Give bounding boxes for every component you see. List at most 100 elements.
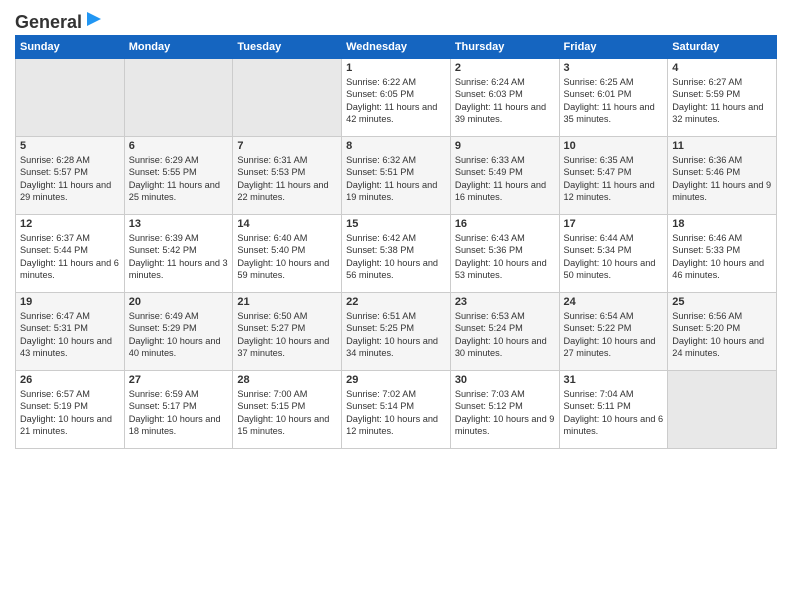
cell-info: Sunrise: 6:25 AMSunset: 6:01 PMDaylight:… — [564, 76, 664, 126]
cell-info: Sunrise: 6:49 AMSunset: 5:29 PMDaylight:… — [129, 310, 229, 360]
calendar-cell: 7 Sunrise: 6:31 AMSunset: 5:53 PMDaylight… — [233, 137, 342, 215]
cell-info: Sunrise: 7:04 AMSunset: 5:11 PMDaylight:… — [564, 388, 664, 438]
logo: General — [15, 10, 103, 29]
cell-info: Sunrise: 6:44 AMSunset: 5:34 PMDaylight:… — [564, 232, 664, 282]
cell-info: Sunrise: 6:37 AMSunset: 5:44 PMDaylight:… — [20, 232, 120, 282]
cell-info: Sunrise: 6:35 AMSunset: 5:47 PMDaylight:… — [564, 154, 664, 204]
day-number: 28 — [237, 374, 337, 386]
calendar-cell: 1 Sunrise: 6:22 AMSunset: 6:05 PMDaylight… — [342, 59, 451, 137]
cell-info: Sunrise: 6:53 AMSunset: 5:24 PMDaylight:… — [455, 310, 555, 360]
header-row: SundayMondayTuesdayWednesdayThursdayFrid… — [16, 36, 777, 59]
calendar-cell: 20 Sunrise: 6:49 AMSunset: 5:29 PMDayligh… — [124, 293, 233, 371]
week-row-5: 26 Sunrise: 6:57 AMSunset: 5:19 PMDayligh… — [16, 371, 777, 449]
day-number: 19 — [20, 296, 120, 308]
day-number: 20 — [129, 296, 229, 308]
cell-info: Sunrise: 6:59 AMSunset: 5:17 PMDaylight:… — [129, 388, 229, 438]
calendar-cell: 12Sunrise: 6:37 AMSunset: 5:44 PMDayligh… — [16, 215, 125, 293]
page-container: General SundayMondayTuesdayWednesdayThur… — [0, 0, 792, 459]
week-row-2: 5Sunrise: 6:28 AMSunset: 5:57 PMDaylight… — [16, 137, 777, 215]
col-header-monday: Monday — [124, 36, 233, 59]
day-number: 25 — [672, 296, 772, 308]
col-header-thursday: Thursday — [450, 36, 559, 59]
cell-info: Sunrise: 6:36 AMSunset: 5:46 PMDaylight:… — [672, 154, 772, 204]
day-number: 5 — [20, 140, 120, 152]
cell-info: Sunrise: 6:56 AMSunset: 5:20 PMDaylight:… — [672, 310, 772, 360]
cell-info: Sunrise: 6:50 AMSunset: 5:27 PMDaylight:… — [237, 310, 337, 360]
calendar-cell: 21 Sunrise: 6:50 AMSunset: 5:27 PMDayligh… — [233, 293, 342, 371]
calendar-cell: 13 Sunrise: 6:39 AMSunset: 5:42 PMDayligh… — [124, 215, 233, 293]
calendar-cell — [233, 59, 342, 137]
calendar-cell: 29 Sunrise: 7:02 AMSunset: 5:14 PMDayligh… — [342, 371, 451, 449]
calendar-cell: 18Sunrise: 6:46 AMSunset: 5:33 PMDayligh… — [668, 215, 777, 293]
calendar-cell: 25 Sunrise: 6:56 AMSunset: 5:20 PMDayligh… — [668, 293, 777, 371]
calendar-cell: 28 Sunrise: 7:00 AMSunset: 5:15 PMDayligh… — [233, 371, 342, 449]
calendar-cell: 6 Sunrise: 6:29 AMSunset: 5:55 PMDaylight… — [124, 137, 233, 215]
logo-general: General — [15, 13, 82, 31]
calendar-cell: 15 Sunrise: 6:42 AMSunset: 5:38 PMDayligh… — [342, 215, 451, 293]
day-number: 3 — [564, 62, 664, 74]
cell-info: Sunrise: 6:57 AMSunset: 5:19 PMDaylight:… — [20, 388, 120, 438]
cell-info: Sunrise: 6:29 AMSunset: 5:55 PMDaylight:… — [129, 154, 229, 204]
col-header-wednesday: Wednesday — [342, 36, 451, 59]
calendar-cell: 16Sunrise: 6:43 AMSunset: 5:36 PMDayligh… — [450, 215, 559, 293]
cell-info: Sunrise: 7:00 AMSunset: 5:15 PMDaylight:… — [237, 388, 337, 438]
cell-info: Sunrise: 6:47 AMSunset: 5:31 PMDaylight:… — [20, 310, 120, 360]
calendar-cell — [16, 59, 125, 137]
col-header-saturday: Saturday — [668, 36, 777, 59]
calendar-cell: 22 Sunrise: 6:51 AMSunset: 5:25 PMDayligh… — [342, 293, 451, 371]
cell-info: Sunrise: 6:54 AMSunset: 5:22 PMDaylight:… — [564, 310, 664, 360]
calendar-cell: 8 Sunrise: 6:32 AMSunset: 5:51 PMDaylight… — [342, 137, 451, 215]
day-number: 27 — [129, 374, 229, 386]
week-row-1: 1 Sunrise: 6:22 AMSunset: 6:05 PMDaylight… — [16, 59, 777, 137]
day-number: 11 — [672, 140, 772, 152]
day-number: 26 — [20, 374, 120, 386]
day-number: 29 — [346, 374, 446, 386]
week-row-4: 19 Sunrise: 6:47 AMSunset: 5:31 PMDayligh… — [16, 293, 777, 371]
calendar-cell — [124, 59, 233, 137]
day-number: 6 — [129, 140, 229, 152]
day-number: 30 — [455, 374, 555, 386]
col-header-tuesday: Tuesday — [233, 36, 342, 59]
day-number: 8 — [346, 140, 446, 152]
cell-info: Sunrise: 6:31 AMSunset: 5:53 PMDaylight:… — [237, 154, 337, 204]
col-header-sunday: Sunday — [16, 36, 125, 59]
calendar-table: SundayMondayTuesdayWednesdayThursdayFrid… — [15, 35, 777, 449]
calendar-cell: 24 Sunrise: 6:54 AMSunset: 5:22 PMDayligh… — [559, 293, 668, 371]
cell-info: Sunrise: 6:39 AMSunset: 5:42 PMDaylight:… — [129, 232, 229, 282]
calendar-cell: 23Sunrise: 6:53 AMSunset: 5:24 PMDayligh… — [450, 293, 559, 371]
calendar-cell: 31 Sunrise: 7:04 AMSunset: 5:11 PMDayligh… — [559, 371, 668, 449]
day-number: 7 — [237, 140, 337, 152]
cell-info: Sunrise: 7:02 AMSunset: 5:14 PMDaylight:… — [346, 388, 446, 438]
logo-arrow-icon — [85, 10, 103, 28]
calendar-cell — [668, 371, 777, 449]
day-number: 15 — [346, 218, 446, 230]
calendar-cell: 11 Sunrise: 6:36 AMSunset: 5:46 PMDayligh… — [668, 137, 777, 215]
day-number: 22 — [346, 296, 446, 308]
cell-info: Sunrise: 6:42 AMSunset: 5:38 PMDaylight:… — [346, 232, 446, 282]
day-number: 2 — [455, 62, 555, 74]
col-header-friday: Friday — [559, 36, 668, 59]
cell-info: Sunrise: 6:33 AMSunset: 5:49 PMDaylight:… — [455, 154, 555, 204]
calendar-cell: 3 Sunrise: 6:25 AMSunset: 6:01 PMDaylight… — [559, 59, 668, 137]
day-number: 9 — [455, 140, 555, 152]
cell-info: Sunrise: 6:22 AMSunset: 6:05 PMDaylight:… — [346, 76, 446, 126]
day-number: 13 — [129, 218, 229, 230]
cell-info: Sunrise: 6:51 AMSunset: 5:25 PMDaylight:… — [346, 310, 446, 360]
cell-info: Sunrise: 6:40 AMSunset: 5:40 PMDaylight:… — [237, 232, 337, 282]
calendar-cell: 19 Sunrise: 6:47 AMSunset: 5:31 PMDayligh… — [16, 293, 125, 371]
cell-info: Sunrise: 6:27 AMSunset: 5:59 PMDaylight:… — [672, 76, 772, 126]
day-number: 24 — [564, 296, 664, 308]
calendar-cell: 17 Sunrise: 6:44 AMSunset: 5:34 PMDayligh… — [559, 215, 668, 293]
header: General — [15, 10, 777, 29]
calendar-cell: 27 Sunrise: 6:59 AMSunset: 5:17 PMDayligh… — [124, 371, 233, 449]
day-number: 1 — [346, 62, 446, 74]
day-number: 16 — [455, 218, 555, 230]
day-number: 17 — [564, 218, 664, 230]
week-row-3: 12Sunrise: 6:37 AMSunset: 5:44 PMDayligh… — [16, 215, 777, 293]
cell-info: Sunrise: 6:46 AMSunset: 5:33 PMDaylight:… — [672, 232, 772, 282]
day-number: 31 — [564, 374, 664, 386]
day-number: 21 — [237, 296, 337, 308]
cell-info: Sunrise: 6:32 AMSunset: 5:51 PMDaylight:… — [346, 154, 446, 204]
day-number: 4 — [672, 62, 772, 74]
calendar-cell: 9 Sunrise: 6:33 AMSunset: 5:49 PMDaylight… — [450, 137, 559, 215]
